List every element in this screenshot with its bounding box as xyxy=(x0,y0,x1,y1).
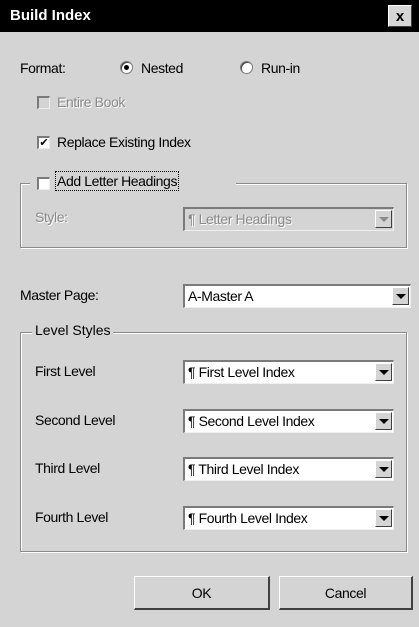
ok-button[interactable]: OK xyxy=(134,576,270,610)
checkmark-icon: ✔ xyxy=(39,137,49,149)
letter-headings-style-value: ¶ Letter Headings xyxy=(188,211,292,227)
second-level-select[interactable]: ¶ Second Level Index xyxy=(183,409,394,433)
chevron-down-icon xyxy=(392,287,409,305)
run-in-radio-label[interactable]: Run-in xyxy=(261,60,300,76)
master-page-select[interactable]: A-Master A xyxy=(183,284,411,308)
fourth-level-select[interactable]: ¶ Fourth Level Index xyxy=(183,506,394,530)
chevron-down-icon xyxy=(375,509,392,527)
nested-radio-label[interactable]: Nested xyxy=(141,60,183,76)
chevron-down-icon xyxy=(375,460,392,478)
close-icon: x xyxy=(395,7,405,25)
dialog-title: Build Index xyxy=(10,7,91,24)
master-page-value: A-Master A xyxy=(188,288,254,304)
style-label: Style: xyxy=(35,209,68,225)
entire-book-label: Entire Book xyxy=(57,94,125,110)
replace-existing-checkbox[interactable]: ✔ xyxy=(37,136,50,149)
replace-existing-label[interactable]: Replace Existing Index xyxy=(57,134,191,150)
level-styles-legend: Level Styles xyxy=(32,322,114,338)
format-label: Format: xyxy=(20,60,66,76)
first-level-label: First Level xyxy=(35,363,96,379)
fourth-level-label: Fourth Level xyxy=(35,509,109,525)
fourth-level-value: ¶ Fourth Level Index xyxy=(188,510,308,526)
first-level-value: ¶ First Level Index xyxy=(188,364,295,380)
add-letter-headings-checkbox[interactable] xyxy=(37,177,50,190)
chevron-down-icon xyxy=(375,210,392,228)
add-letter-headings-label[interactable]: Add Letter Headings xyxy=(54,171,180,191)
cancel-button[interactable]: Cancel xyxy=(279,576,413,610)
run-in-radio[interactable] xyxy=(240,61,253,74)
close-button[interactable]: x xyxy=(388,5,412,27)
third-level-value: ¶ Third Level Index xyxy=(188,461,299,477)
chevron-down-icon xyxy=(375,363,392,381)
nested-radio[interactable] xyxy=(120,61,133,74)
first-level-select[interactable]: ¶ First Level Index xyxy=(183,360,394,384)
third-level-label: Third Level xyxy=(35,460,100,476)
second-level-value: ¶ Second Level Index xyxy=(188,413,315,429)
letter-headings-style-select[interactable]: ¶ Letter Headings xyxy=(183,207,394,231)
master-page-label: Master Page: xyxy=(20,287,99,303)
chevron-down-icon xyxy=(375,412,392,430)
second-level-label: Second Level xyxy=(35,412,116,428)
third-level-select[interactable]: ¶ Third Level Index xyxy=(183,457,394,481)
entire-book-checkbox[interactable] xyxy=(37,96,50,109)
